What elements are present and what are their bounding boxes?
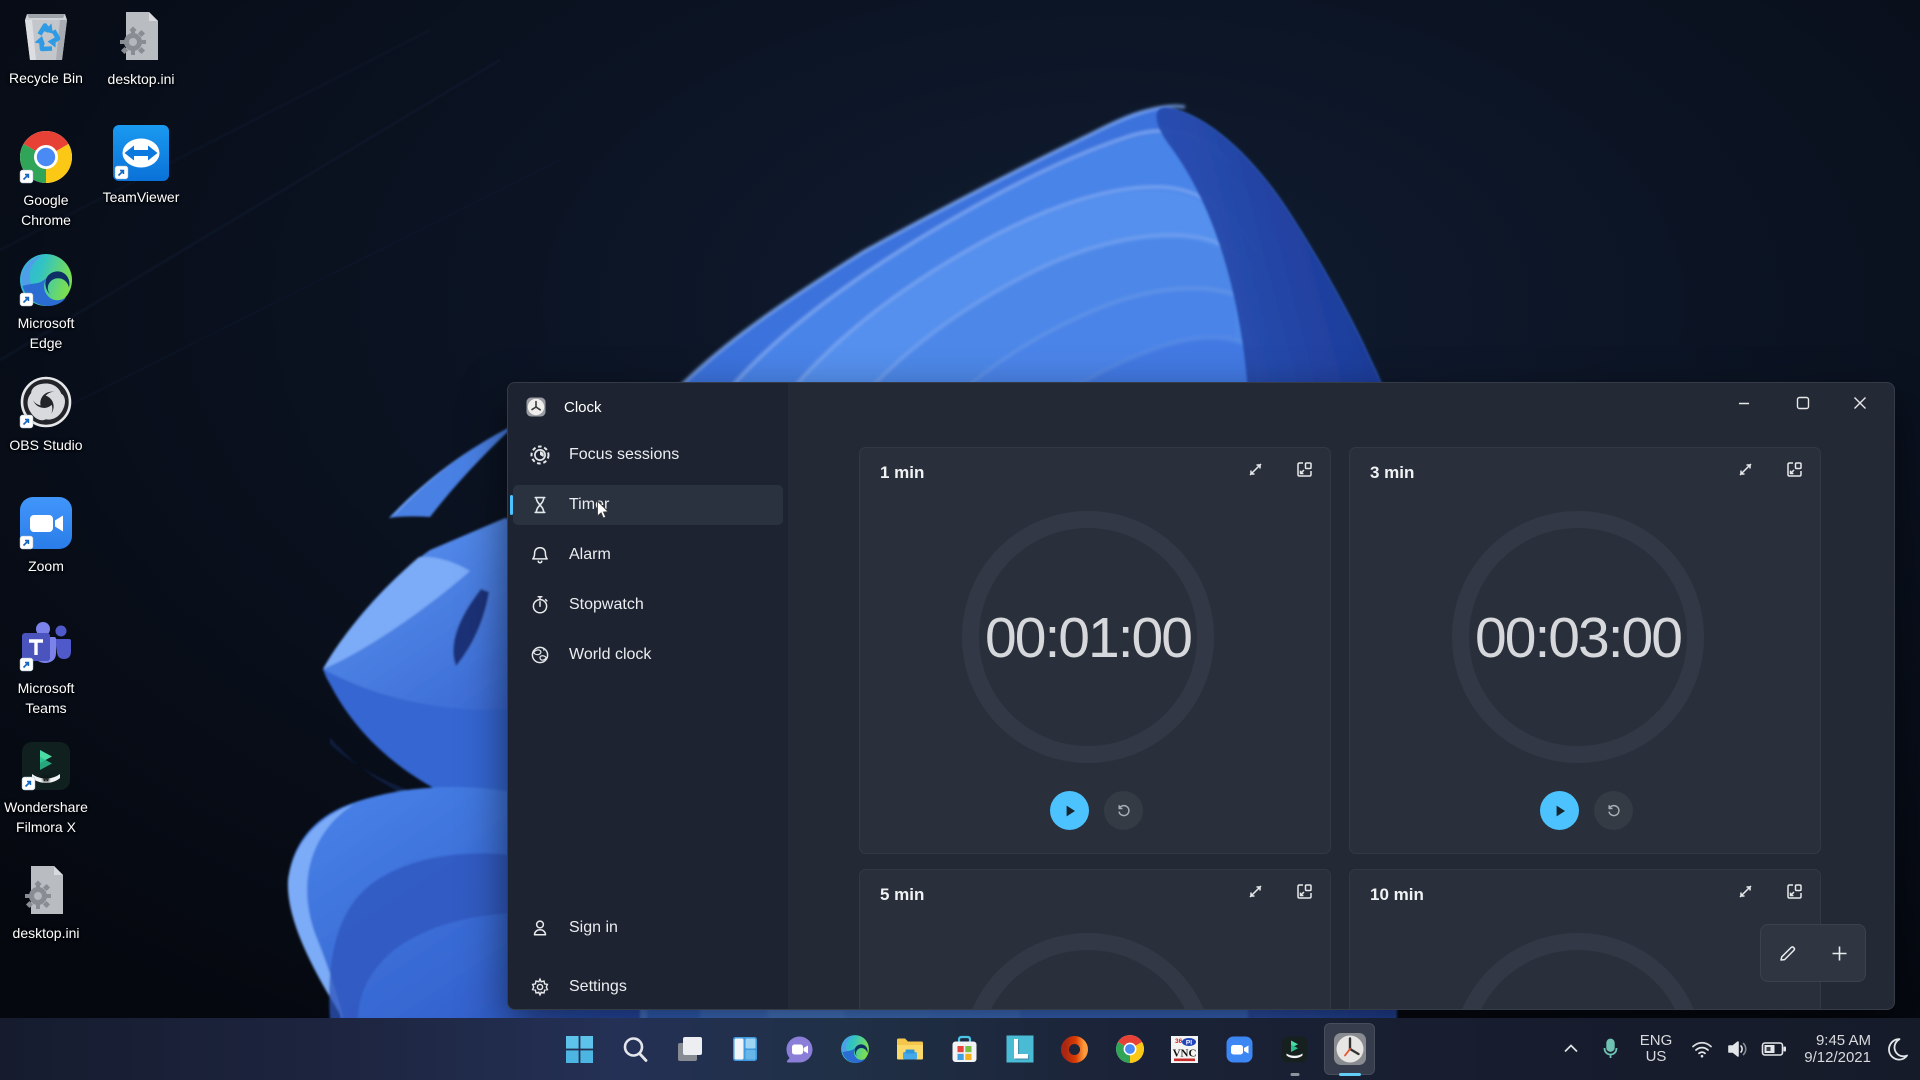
- svg-text:36: 36: [1175, 1038, 1183, 1045]
- svg-text:VNC: VNC: [1173, 1047, 1197, 1059]
- svg-text:w: w: [42, 774, 50, 783]
- svg-text:PI: PI: [1186, 1039, 1192, 1046]
